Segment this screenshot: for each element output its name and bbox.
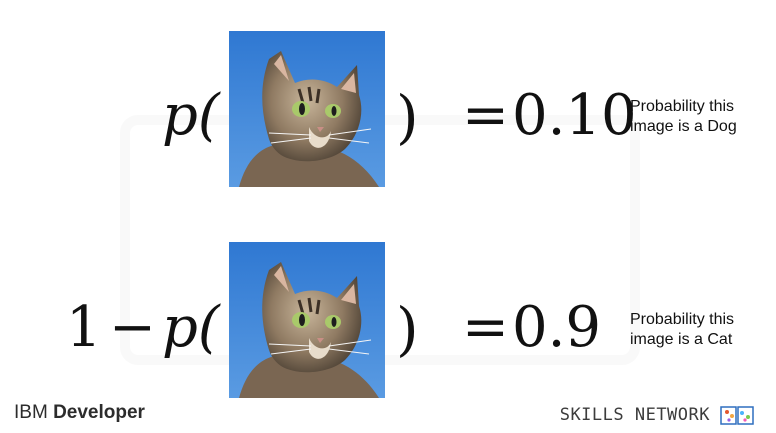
row1-caption-line1: Probability this: [630, 98, 735, 115]
row1-close-paren: ): [396, 83, 419, 151]
row1-caption-line2: image is a Dog: [630, 118, 737, 135]
row1-function-p: p(: [162, 83, 220, 148]
row1-equals: =: [462, 83, 509, 148]
ibm-developer-logo: IBM Developer: [14, 402, 145, 424]
row1-value: 0.10: [512, 83, 637, 148]
row2-minus: −: [109, 295, 156, 360]
row2-value: 0.9: [512, 295, 602, 360]
row2-caption-line2: image is a Cat: [630, 331, 733, 348]
row2-caption-line1: Probability this: [630, 311, 735, 328]
row1-caption: Probability this image is a Dog: [630, 97, 737, 137]
developer-logo-text: Developer: [53, 402, 145, 423]
skills-network-book-icon: [720, 406, 754, 425]
skills-network-text: SKILLS NETWORK: [559, 405, 710, 425]
ibm-logo-text: IBM: [14, 402, 48, 423]
row2-one: 1: [66, 295, 102, 360]
row2-cat-image: [229, 242, 385, 398]
row2-function-p: p(: [162, 295, 220, 360]
cat-photo-icon: [229, 31, 385, 187]
skills-network-logo: SKILLS NETWORK: [560, 404, 754, 426]
row1-cat-image: [229, 31, 385, 187]
row2-caption: Probability this image is a Cat: [630, 310, 734, 350]
row2-close-paren: ): [396, 295, 419, 363]
cat-photo-icon: [229, 242, 385, 398]
row2-equals: =: [462, 295, 509, 360]
